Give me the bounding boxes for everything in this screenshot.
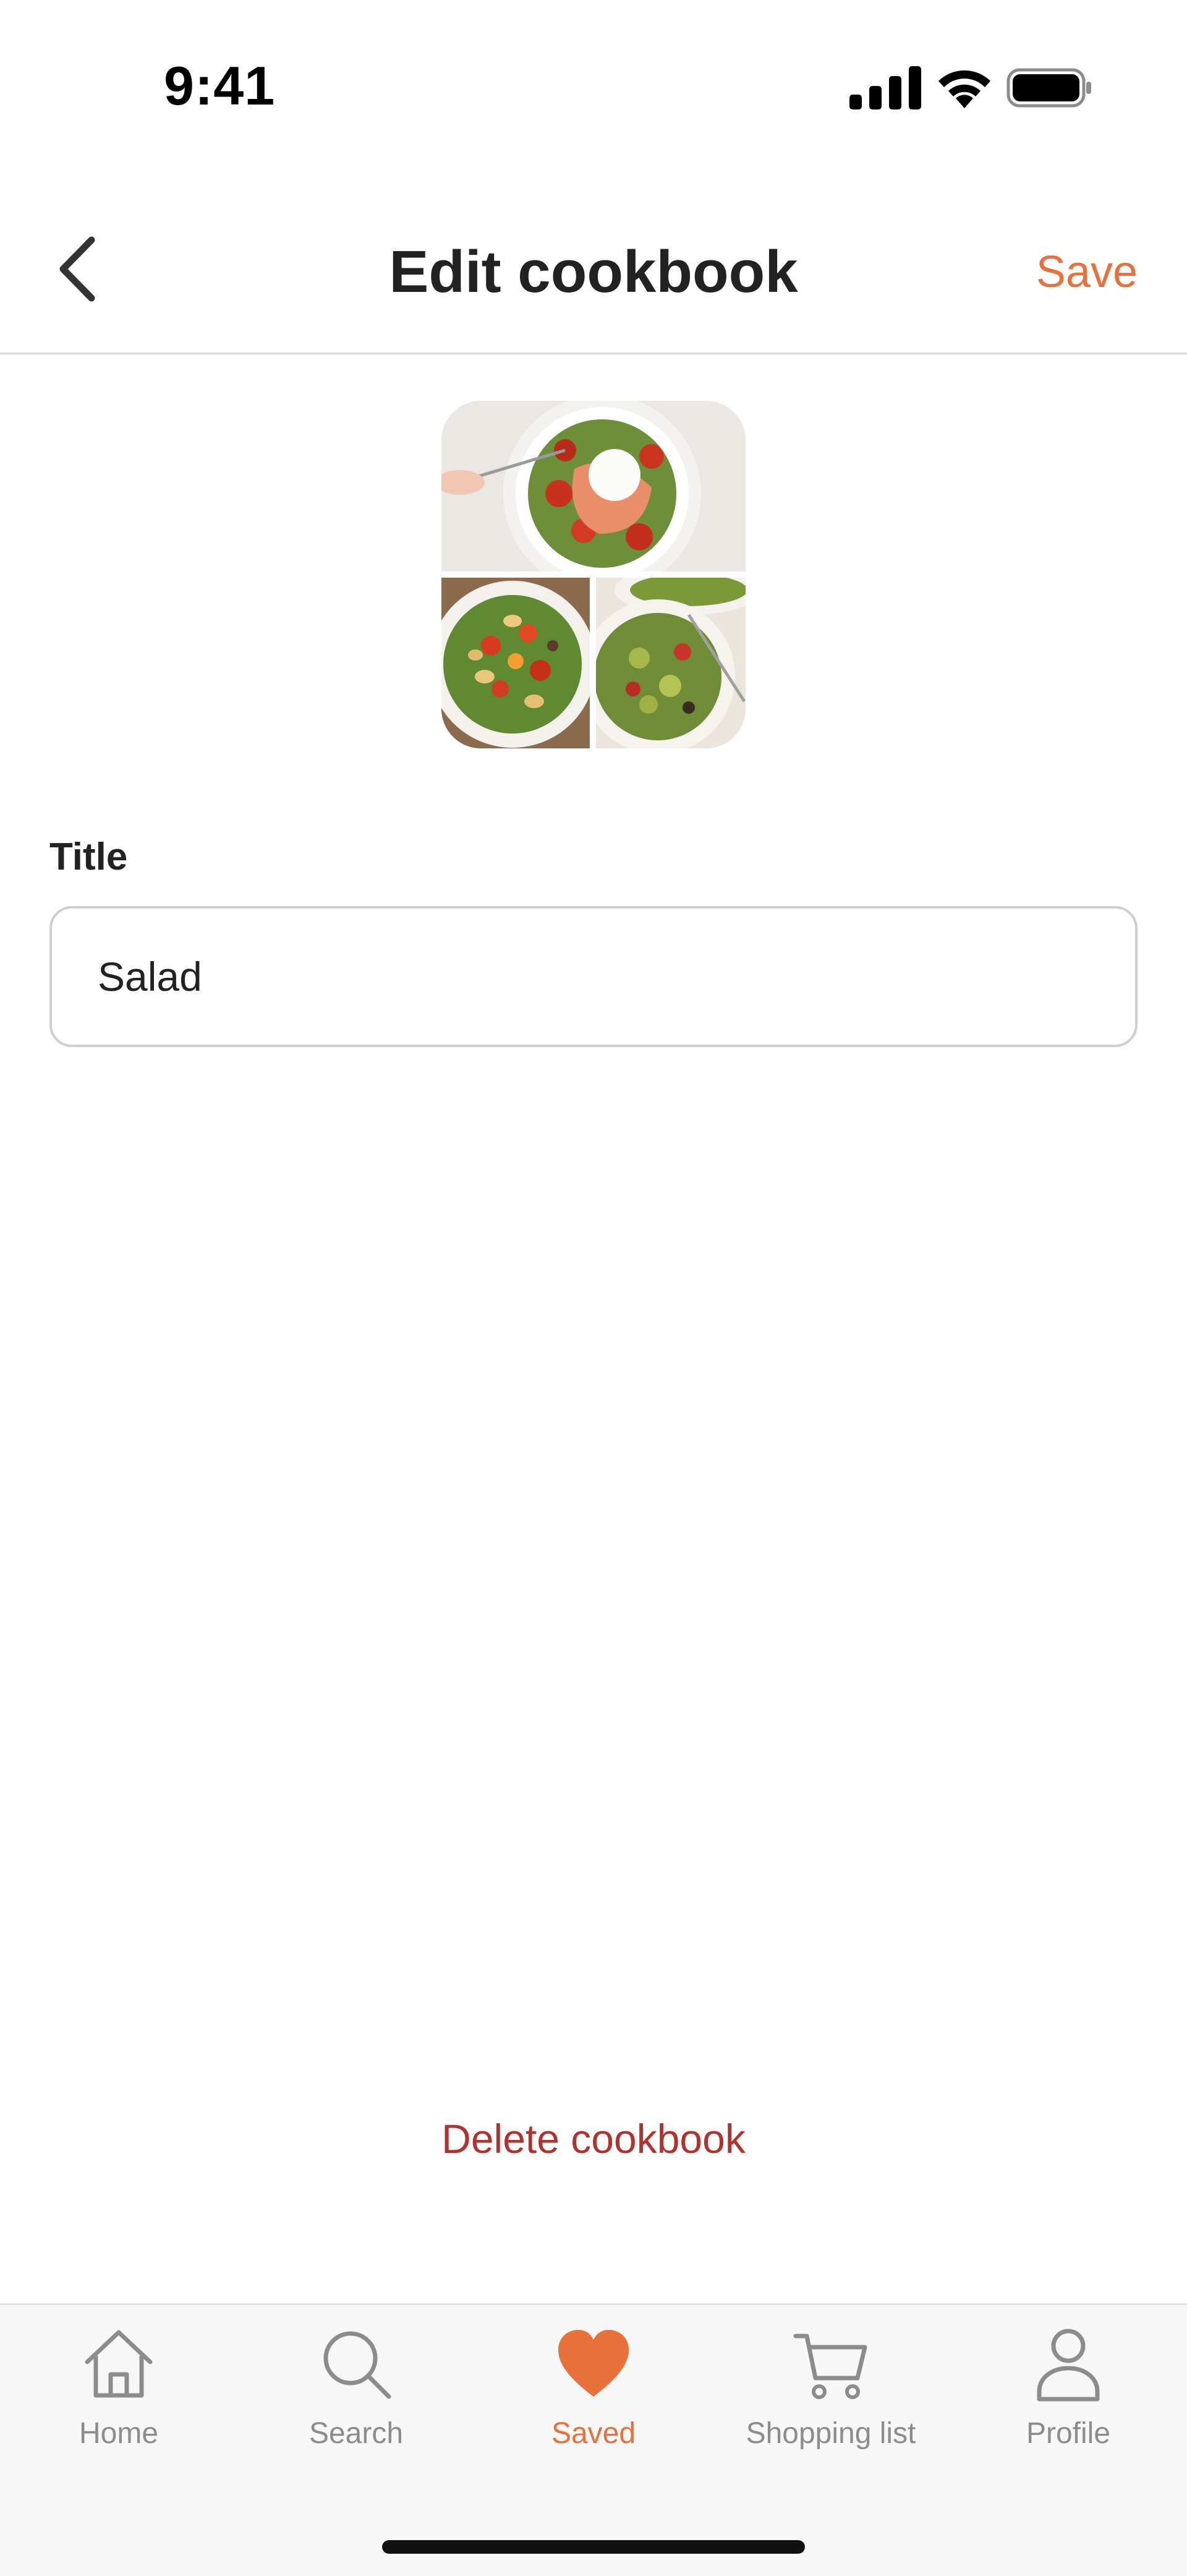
cover-image-tortellini-salad bbox=[441, 578, 590, 748]
tab-home[interactable]: Home bbox=[0, 2324, 237, 2478]
tab-search[interactable]: Search bbox=[237, 2324, 475, 2478]
chevron-left-icon bbox=[59, 236, 95, 302]
title-input[interactable] bbox=[49, 906, 1138, 1047]
home-icon bbox=[85, 2330, 153, 2398]
battery-icon bbox=[1006, 68, 1091, 108]
delete-cookbook-button[interactable]: Delete cookbook bbox=[284, 2115, 903, 2162]
tab-label: Home bbox=[79, 2417, 159, 2450]
tab-saved[interactable]: Saved bbox=[475, 2324, 712, 2478]
tab-label: Saved bbox=[551, 2417, 636, 2450]
tab-bar: Home Search Saved Shopping list Profile bbox=[0, 2303, 1187, 2576]
person-icon bbox=[1037, 2329, 1100, 2402]
cover-image-green-salad bbox=[596, 578, 746, 748]
cookbook-cover[interactable] bbox=[441, 401, 746, 748]
heart-icon bbox=[558, 2330, 629, 2397]
status-icons bbox=[847, 65, 1094, 111]
header: Edit cookbook Save bbox=[0, 204, 1187, 354]
tab-label: Shopping list bbox=[746, 2417, 916, 2450]
tab-shopping-list[interactable]: Shopping list bbox=[712, 2324, 950, 2478]
title-label: Title bbox=[49, 836, 128, 878]
status-time: 9:41 bbox=[164, 55, 276, 116]
cellular-signal-icon bbox=[849, 66, 921, 109]
search-icon bbox=[323, 2331, 391, 2399]
wifi-icon bbox=[938, 70, 990, 108]
cart-icon bbox=[793, 2334, 867, 2399]
cover-image-salmon-salad bbox=[441, 401, 746, 571]
tab-label: Search bbox=[308, 2417, 404, 2450]
back-button[interactable] bbox=[37, 229, 117, 309]
tab-profile[interactable]: Profile bbox=[950, 2324, 1187, 2478]
tab-label: Profile bbox=[1026, 2417, 1111, 2450]
home-indicator bbox=[382, 2540, 805, 2554]
save-button[interactable]: Save bbox=[1036, 229, 1138, 315]
status-bar: 9:41 bbox=[0, 0, 1187, 161]
page-title: Edit cookbook bbox=[389, 239, 798, 305]
